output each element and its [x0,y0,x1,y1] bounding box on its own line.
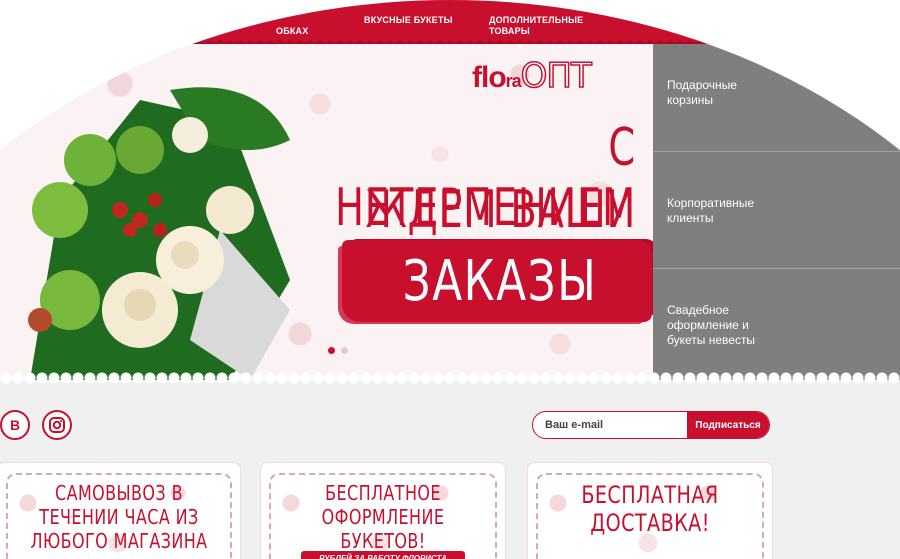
page: ОБКАХ ВКУСНЫЕ БУКЕТЫ ДОПОЛНИТЕЛЬНЫЕ ТОВА… [0,0,900,559]
instagram-icon[interactable] [42,410,72,440]
slider-dot-1[interactable] [328,347,335,354]
instagram-glyph [49,417,65,433]
slider-dot-2[interactable] [341,347,348,354]
card-title: САМОВЫВОЗ В ТЕЧЕНИИ ЧАСА ИЗ ЛЮБОГО МАГАЗ… [30,481,208,553]
nav-item-bokah[interactable]: ОБКАХ [276,26,308,37]
side-item-wedding[interactable]: Свадебное оформление и букеты невесты [653,269,900,380]
card-title: БЕСПЛАТНОЕ ОФОРМЛЕНИЕ БУКЕТОВ! [321,481,445,553]
card-ribbon: РУБЛЕЙ ЗА РАБОТУ ФЛОРИСТА [301,551,465,559]
hero-scallop [0,372,900,384]
card-title: БЕСПЛАТНАЯ ДОСТАВКА! [581,481,719,537]
brand-logo[interactable]: floraОПТ [472,56,593,96]
hero-line-2: ЖДЕМ ВАШИ [365,180,636,240]
bouquet-image [28,87,290,380]
subscribe-form: Подписаться [532,411,770,439]
logo-part-opt: ОПТ [520,56,593,96]
vk-letter: В [9,417,21,433]
slider-dots [328,347,348,354]
side-menu: Подарочные корзины Корпоративные клиенты… [653,44,900,380]
side-item-gift-baskets[interactable]: Подарочные корзины [653,44,900,152]
feature-card-free-delivery[interactable]: БЕСПЛАТНАЯ ДОСТАВКА! [528,463,772,559]
side-item-label: Подарочные корзины [667,78,737,107]
top-nav: ОБКАХ ВКУСНЫЕ БУКЕТЫ ДОПОЛНИТЕЛЬНЫЕ ТОВА… [0,0,900,46]
side-item-corporate[interactable]: Корпоративные клиенты [653,152,900,269]
logo-part-ra: ra [505,71,522,91]
feature-card-free-design[interactable]: БЕСПЛАТНОЕ ОФОРМЛЕНИЕ БУКЕТОВ! РУБЛЕЙ ЗА… [261,463,505,559]
nav-item-extra-goods[interactable]: ДОПОЛНИТЕЛЬНЫЕ ТОВАРЫ [489,15,583,37]
subscribe-button[interactable]: Подписаться [687,412,769,438]
nav-item-tasty-bouquets[interactable]: ВКУСНЫЕ БУКЕТЫ [364,15,453,26]
logo-part-flo: flo [472,61,507,94]
side-item-label: Свадебное оформление и букеты невесты [667,303,756,347]
hero-line-3: ЗАКАЗЫ [402,249,598,314]
feature-card-pickup[interactable]: САМОВЫВОЗ В ТЕЧЕНИИ ЧАСА ИЗ ЛЮБОГО МАГАЗ… [0,463,240,559]
vk-icon[interactable]: В [0,410,30,440]
side-item-label: Корпоративные клиенты [667,196,755,225]
email-input[interactable] [533,412,687,438]
